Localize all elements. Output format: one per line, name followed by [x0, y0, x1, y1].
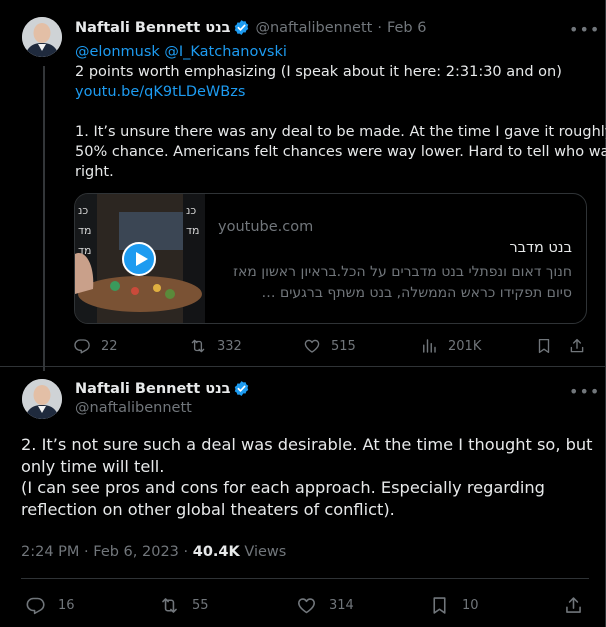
bookmark-icon — [433, 597, 446, 614]
video-thumbnail[interactable]: כנ מד מד כנ מד — [75, 194, 205, 323]
tweet-time[interactable]: 2:24 PM — [21, 544, 79, 560]
retweet-button[interactable]: 55 — [159, 595, 209, 616]
tweet-line: (I can see pros and cons for each approa… — [21, 478, 545, 497]
more-icon[interactable]: ••• — [569, 22, 600, 38]
tweet-line: 1. It’s unsure there was any deal to be … — [75, 124, 606, 140]
views-chart-icon — [423, 339, 436, 353]
like-count: 515 — [331, 338, 356, 354]
tweet-line: 50% chance. Americans felt chances were … — [75, 144, 606, 160]
bookmark-count: 10 — [462, 598, 479, 613]
tweet-date[interactable]: Feb 6 — [387, 20, 427, 36]
tweet-text: 2. It’s not sure such a deal was desirab… — [21, 434, 593, 520]
youtube-link[interactable]: youtu.be/qK9tLDeWBzs — [75, 82, 587, 102]
avatar-image — [22, 379, 62, 419]
thread-connector-line — [43, 66, 45, 371]
tweet-line: right. — [75, 164, 114, 180]
author-handle[interactable]: @naftalibennett — [255, 20, 372, 36]
tweet-line: reflection on other global theaters of c… — [21, 499, 395, 519]
views-label: Views — [244, 544, 287, 560]
heart-icon — [304, 339, 320, 353]
divider — [21, 578, 589, 579]
views-count: 40.4K — [192, 544, 240, 560]
card-title: בנט מדבר — [509, 240, 572, 256]
separator-dot: · — [377, 19, 382, 36]
avatar[interactable] — [22, 379, 62, 419]
tweet-date[interactable]: Feb 6, 2023 — [93, 544, 179, 560]
reply-count: 16 — [58, 598, 75, 613]
heart-icon — [298, 598, 315, 614]
like-button[interactable]: 515 — [303, 337, 356, 355]
share-icon — [566, 597, 581, 613]
tweet-actions: 22 332 515 201K — [73, 337, 588, 357]
retweet-icon — [191, 339, 205, 353]
card-domain: youtube.com — [218, 219, 314, 235]
separator-dot: · — [183, 544, 189, 560]
retweet-icon — [162, 598, 177, 613]
retweet-count: 55 — [192, 598, 209, 613]
tweet-line: 2 points worth emphasizing (I speak abou… — [75, 64, 562, 80]
svg-text:מד: מד — [78, 224, 91, 237]
mention-links[interactable]: @elonmusk @I_Katchanovski — [75, 42, 587, 62]
views-count: 201K — [448, 338, 482, 354]
separator-dot: · — [84, 544, 89, 560]
svg-text:כנ: כנ — [78, 204, 88, 217]
tweet-line: only time will tell. — [21, 456, 165, 476]
reply-button[interactable]: 22 — [73, 337, 118, 355]
tweet-metadata: 2:24 PM · Feb 6, 2023 · 40.4K Views — [21, 544, 286, 560]
share-button[interactable] — [568, 337, 586, 355]
like-button[interactable]: 314 — [296, 595, 354, 616]
retweet-count: 332 — [217, 338, 242, 354]
verified-badge-icon[interactable] — [233, 19, 250, 36]
reply-icon — [74, 339, 90, 354]
svg-text:כנ: כנ — [186, 204, 196, 217]
bookmark-button[interactable]: 10 — [429, 595, 479, 616]
avatar-image — [22, 17, 62, 57]
more-icon[interactable]: ••• — [569, 384, 600, 400]
verified-badge-icon[interactable] — [233, 380, 250, 397]
tweet-text: @elonmusk @I_Katchanovski 2 points worth… — [75, 42, 606, 182]
bookmark-button[interactable] — [535, 337, 553, 355]
reply-icon — [26, 597, 45, 615]
retweet-button[interactable]: 332 — [189, 337, 242, 355]
link-preview-card[interactable]: כנ מד מד כנ מד youtube.com בנט מדבר חנוך… — [74, 193, 587, 324]
bookmark-icon — [538, 338, 550, 354]
play-icon[interactable] — [122, 242, 156, 276]
reply-button[interactable]: 16 — [25, 595, 75, 616]
svg-text:מד: מד — [186, 224, 199, 237]
views-button[interactable]: 201K — [420, 337, 481, 355]
author-name[interactable]: Naftali Bennett בנט — [75, 381, 230, 397]
card-description: חנוך דאום ונפתלי בנט מדברים על הכל.בראיו… — [233, 264, 572, 301]
author-name[interactable]: Naftali Bennett בנט — [75, 20, 230, 36]
like-count: 314 — [329, 598, 354, 613]
tweet-line: 2. It’s not sure such a deal was desirab… — [21, 435, 593, 454]
share-icon — [570, 338, 584, 353]
tweet-actions: 16 55 314 10 — [25, 595, 587, 617]
author-handle[interactable]: @naftalibennett — [75, 400, 192, 416]
reply-count: 22 — [101, 338, 118, 354]
share-button[interactable] — [563, 595, 584, 616]
avatar[interactable] — [22, 17, 62, 57]
